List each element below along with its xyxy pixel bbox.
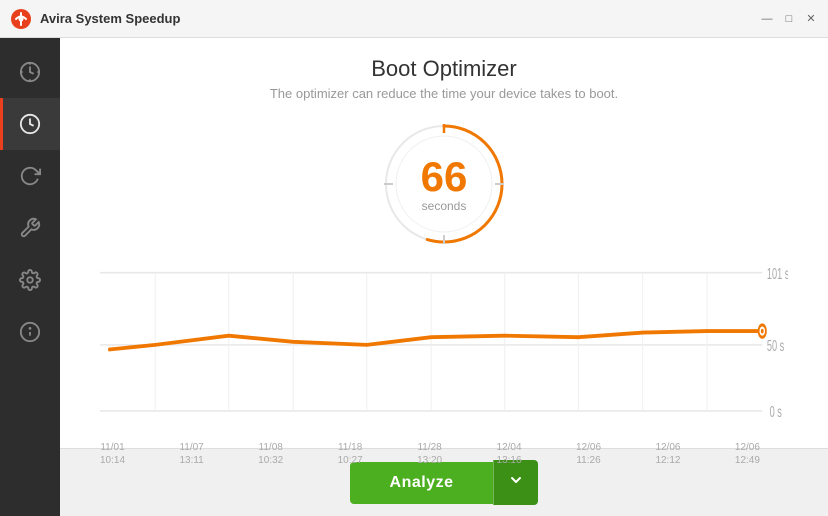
maximize-button[interactable]: □ bbox=[782, 12, 796, 26]
timer-unit: seconds bbox=[422, 200, 467, 212]
timer-display: 66 seconds bbox=[379, 119, 509, 249]
main-layout: Boot Optimizer The optimizer can reduce … bbox=[0, 38, 828, 516]
sidebar bbox=[0, 38, 60, 516]
page-subtitle: The optimizer can reduce the time your d… bbox=[270, 86, 618, 101]
chart-x-label-0: 11/0110:14 bbox=[100, 441, 125, 467]
chart-x-label-4: 11/2813:20 bbox=[417, 441, 442, 467]
chart-x-label-6: 12/0611:26 bbox=[576, 441, 601, 467]
boot-time-chart: 101 s 50 s 0 s bbox=[100, 265, 788, 434]
app-logo bbox=[10, 8, 32, 30]
content-area: Boot Optimizer The optimizer can reduce … bbox=[60, 38, 828, 516]
titlebar: Avira System Speedup — □ ✕ bbox=[0, 0, 828, 38]
page-title: Boot Optimizer bbox=[371, 56, 517, 82]
chart-x-label-7: 12/0612:12 bbox=[655, 441, 680, 467]
minimize-button[interactable]: — bbox=[760, 12, 774, 26]
chart-x-label-5: 12/0413:16 bbox=[497, 441, 522, 467]
chart-x-label-2: 11/0810:32 bbox=[258, 441, 283, 467]
sidebar-item-boot[interactable] bbox=[0, 98, 60, 150]
close-button[interactable]: ✕ bbox=[804, 12, 818, 26]
svg-text:0 s: 0 s bbox=[770, 404, 782, 421]
svg-text:50 s: 50 s bbox=[767, 338, 784, 355]
chart-x-label-1: 11/0713:11 bbox=[179, 441, 203, 467]
chart-x-label-8: 12/0612:49 bbox=[735, 441, 760, 467]
app-title: Avira System Speedup bbox=[40, 11, 760, 26]
sidebar-item-refresh[interactable] bbox=[0, 150, 60, 202]
sidebar-item-settings[interactable] bbox=[0, 254, 60, 306]
chart-container: 101 s 50 s 0 s bbox=[100, 265, 788, 434]
sidebar-item-dashboard[interactable] bbox=[0, 46, 60, 98]
svg-text:101 s: 101 s bbox=[767, 265, 788, 282]
timer-center: 66 seconds bbox=[421, 156, 468, 212]
analyze-button[interactable]: Analyze bbox=[350, 462, 494, 504]
sidebar-item-tools[interactable] bbox=[0, 202, 60, 254]
timer-value: 66 bbox=[421, 156, 468, 198]
chevron-down-icon bbox=[508, 472, 524, 488]
window-controls: — □ ✕ bbox=[760, 12, 818, 26]
chart-x-label-3: 11/1810:27 bbox=[338, 441, 363, 467]
content-inner: Boot Optimizer The optimizer can reduce … bbox=[60, 38, 828, 448]
sidebar-item-info[interactable] bbox=[0, 306, 60, 358]
